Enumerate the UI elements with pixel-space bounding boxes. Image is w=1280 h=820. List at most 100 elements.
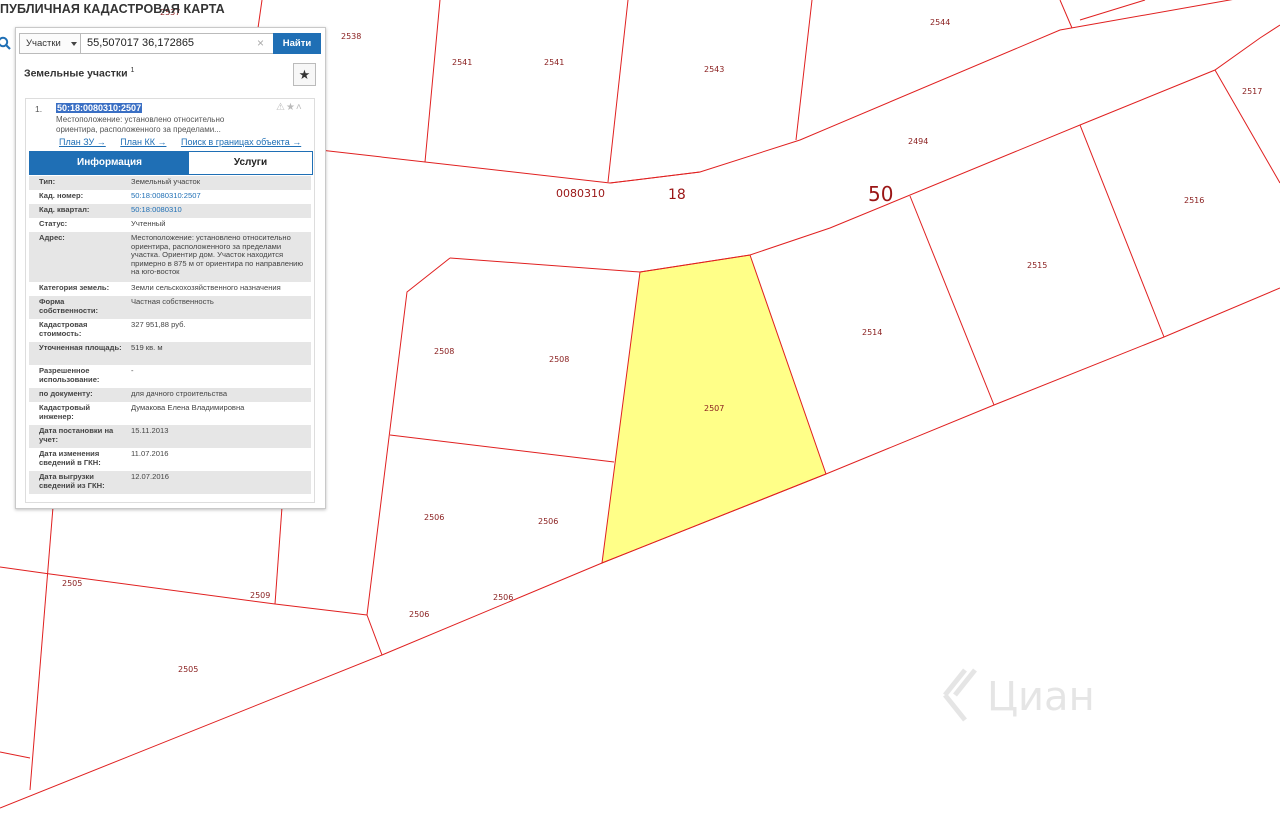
watermark-text: Циан [987,674,1095,720]
parcel-label-2541: 2541 [544,58,564,67]
star-icon: ★ [298,67,311,82]
parcel-label-2544: 2544 [930,18,950,27]
details-table: Тип: Земельный участок Кад. номер: 50:18:00… [29,176,311,494]
detail-value: Местоположение: установлено относительно… [131,233,304,277]
card-actions-icons[interactable]: ⚠★˄ [276,102,303,113]
detail-value: Учтенный [131,219,166,228]
detail-value: 327 951,88 руб. [131,320,186,329]
object-type-value: Участки [26,38,61,49]
detail-row: Кадастровая стоимость: 327 951,88 руб. [29,319,311,342]
search-bounds-link[interactable]: Поиск в границах объекта → [181,137,301,147]
find-button[interactable]: Найти [273,33,321,54]
tab-info[interactable]: Информация [30,152,189,174]
detail-value: 11.07.2016 [131,449,169,458]
results-title-text: Земельные участки [24,67,128,80]
detail-row: Кад. номер: 50:18:0080310:2507 [29,190,311,204]
parcel-label-2508: 2508 [549,355,569,364]
detail-value[interactable]: 50:18:0080310:2507 [131,191,309,201]
detail-value: для дачного строительства [131,389,228,398]
detail-label: Категория земель: [39,283,110,292]
location-preview: Местоположение: установлено относительно… [56,115,266,134]
detail-row: Тип: Земельный участок [29,176,311,190]
favorites-button[interactable]: ★ [293,63,316,86]
result-index: 1. [35,104,43,114]
location-line-1: Местоположение: установлено относительно [56,115,225,124]
app-title: ПУБЛИЧНАЯ КАДАСТРОВАЯ КАРТА [0,2,225,16]
parcel-label-2515: 2515 [1027,261,1047,270]
detail-row: Статус: Учтенный [29,218,311,232]
parcel-label-2509: 2509 [250,591,270,600]
parcel-label-2516: 2516 [1184,196,1204,205]
detail-label: Уточненная площадь: [39,343,122,352]
detail-label: Форма собственности: [39,297,99,315]
parcel-label-2508: 2508 [434,347,454,356]
parcel-label-2506: 2506 [493,593,513,602]
detail-row: Кадастровый инженер: Думакова Елена Влади… [29,402,311,425]
card-links: План ЗУ → План КК → Поиск в границах объ… [59,137,313,147]
parcel-label-2507: 2507 [704,404,724,413]
detail-label: Дата выгрузки сведений из ГКН: [39,472,105,490]
plan-zu-link[interactable]: План ЗУ → [59,137,106,147]
detail-row: Форма собственности: Частная собственност… [29,296,311,319]
parcel-label-2538: 2538 [341,32,361,41]
detail-value: Земельный участок [131,177,201,186]
search-bar: Участки 55,507017 36,172865 × Найти [19,33,321,54]
detail-label: Адрес: [39,233,65,242]
parcel-label-2506: 2506 [424,513,444,522]
detail-row: Адрес: Местоположение: установлено относи… [29,232,311,282]
parcel-label-2506: 2506 [538,517,558,526]
detail-value: 12.07.2016 [131,472,170,481]
detail-row: Дата выгрузки сведений из ГКН: 12.07.2016 [29,471,311,494]
quarter-label: 0080310 [556,187,605,200]
results-count: 1 [130,67,135,74]
result-card: 1. 50:18:0080310:2507 ⚠★˄ Местоположение… [25,98,315,503]
detail-label: Статус: [39,219,68,228]
detail-value: 15.11.2013 [131,426,169,435]
detail-label: Дата изменения сведений в ГКН: [39,449,101,467]
detail-row: по документу: для дачного строительства [29,388,311,402]
search-icon[interactable] [0,36,11,50]
parcel-label-2506: 2506 [409,610,429,619]
parcel-label-2494: 2494 [908,137,928,146]
clear-icon[interactable]: × [257,33,264,54]
detail-label: Кадастровая стоимость: [39,320,88,338]
detail-row: Категория земель: Земли сельскохозяйствен… [29,282,311,296]
detail-label: по документу: [39,389,93,398]
detail-value[interactable]: 50:18:0080310 [131,205,309,215]
search-panel: Участки 55,507017 36,172865 × Найти Земе… [15,27,326,509]
parcel-label-2543: 2543 [704,65,724,74]
detail-label: Кадастровый инженер: [39,403,91,421]
detail-label: Тип: [39,177,56,186]
cadastral-number[interactable]: 50:18:0080310:2507 [56,103,143,113]
chevron-down-icon [71,42,77,46]
tab-services[interactable]: Услуги [189,152,312,174]
detail-value: Думакова Елена Владимировна [131,403,245,412]
detail-row: Кад. квартал: 50:18:0080310 [29,204,311,218]
results-title: Земельные участки 1 [24,67,134,80]
district-label: 18 [668,187,686,203]
object-type-select[interactable]: Участки [19,33,83,54]
detail-value: Земли сельскохозяйственного назначения [131,283,281,292]
detail-row: Дата изменения сведений в ГКН: 11.07.2016 [29,448,311,471]
detail-label: Кад. квартал: [39,205,90,214]
detail-label: Дата постановки на учет: [39,426,114,444]
search-input[interactable]: 55,507017 36,172865 [80,33,278,54]
detail-row: Дата постановки на учет: 15.11.2013 [29,425,311,448]
detail-value: 519 кв. м [131,343,163,352]
parcel-label-2541: 2541 [452,58,472,67]
region-label: 50 [868,182,893,206]
watermark-logo: Циан [943,668,1095,722]
detail-row: Разрешенное использование: - [29,365,311,388]
detail-value: Частная собственность [131,297,214,306]
detail-value: - [131,366,134,375]
card-tabs: Информация Услуги [29,151,313,175]
parcel-label-2517: 2517 [1242,87,1262,96]
location-line-2: ориентира, расположенного за пределами..… [56,124,221,134]
plan-kk-link[interactable]: План КК → [120,137,166,147]
parcel-label-2514: 2514 [862,328,882,337]
parcel-label-2505: 2505 [178,665,198,674]
detail-label: Разрешенное использование: [39,366,100,384]
detail-row: Уточненная площадь: 519 кв. м [29,342,311,365]
detail-label: Кад. номер: [39,191,84,200]
parcel-label-2505: 2505 [62,579,82,588]
